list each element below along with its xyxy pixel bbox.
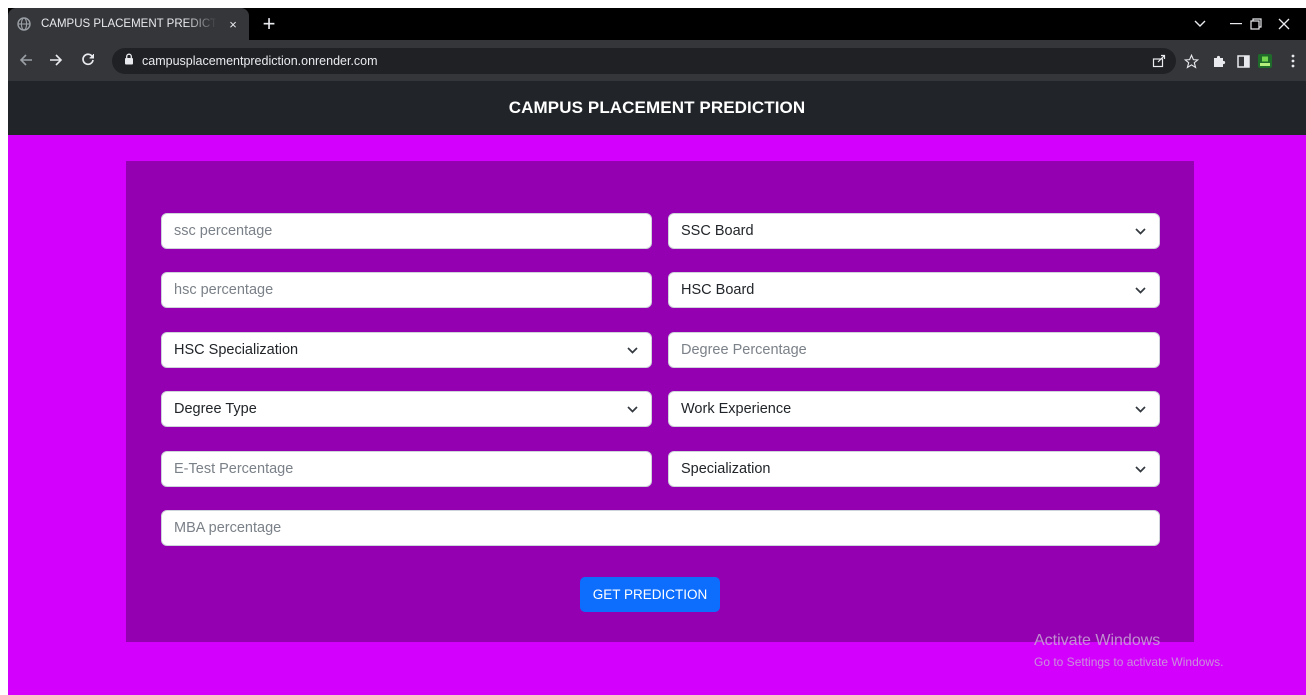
specialization-select[interactable]: Specialization [668,451,1160,487]
chevron-down-icon [1133,462,1147,476]
activate-windows-watermark: Activate Windows [1034,632,1161,649]
menu-kebab-icon[interactable] [1280,48,1306,74]
address-bar[interactable]: campusplacementprediction.onrender.com [112,48,1176,74]
extensions-puzzle-icon[interactable] [1206,48,1232,74]
hsc-board-selected: HSC Board [681,282,755,298]
hsc-specialization-selected: HSC Specialization [174,342,299,358]
bookmark-star-icon[interactable] [1178,48,1204,74]
browser-tab[interactable]: CAMPUS PLACEMENT PREDICTION × [8,8,249,40]
chevron-down-icon [1133,402,1147,416]
new-tab-button[interactable]: + [256,11,282,37]
forward-icon[interactable] [44,48,68,72]
site-navbar: CAMPUS PLACEMENT PREDICTION [8,81,1306,135]
mba-percentage-input[interactable] [161,510,1160,546]
globe-icon [16,16,32,32]
get-prediction-button[interactable]: GET PREDICTION [580,577,720,612]
tab-close-icon[interactable]: × [225,17,241,32]
activate-windows-subtitle: Go to Settings to activate Windows. [1034,655,1224,669]
ssc-board-select[interactable]: SSC Board [668,213,1160,249]
chevron-down-icon [1133,283,1147,297]
chevron-down-icon [625,402,639,416]
hsc-board-select[interactable]: HSC Board [668,272,1160,308]
degree-type-selected: Degree Type [174,401,257,417]
etest-percentage-input[interactable] [161,451,652,487]
hsc-specialization-select[interactable]: HSC Specialization [161,332,652,368]
address-url: campusplacementprediction.onrender.com [142,54,378,68]
degree-type-select[interactable]: Degree Type [161,391,652,427]
back-icon[interactable] [14,48,38,72]
share-icon[interactable] [1146,48,1172,74]
site-title[interactable]: CAMPUS PLACEMENT PREDICTION [509,98,805,118]
work-experience-select[interactable]: Work Experience [668,391,1160,427]
close-window-icon[interactable] [1266,8,1302,40]
browser-tab-title: CAMPUS PLACEMENT PREDICTION [41,18,217,30]
profile-avatar-icon[interactable] [1252,48,1278,74]
ssc-board-selected: SSC Board [681,223,754,239]
specialization-selected: Specialization [681,461,771,477]
degree-percentage-input[interactable] [668,332,1160,368]
reload-icon[interactable] [76,48,100,72]
hsc-percentage-input[interactable] [161,272,652,308]
chevron-down-icon [625,343,639,357]
chevron-down-icon [1133,224,1147,238]
tab-search-icon[interactable] [1182,8,1218,40]
work-experience-selected: Work Experience [681,401,792,417]
lock-icon [124,52,134,70]
ssc-percentage-input[interactable] [161,213,652,249]
